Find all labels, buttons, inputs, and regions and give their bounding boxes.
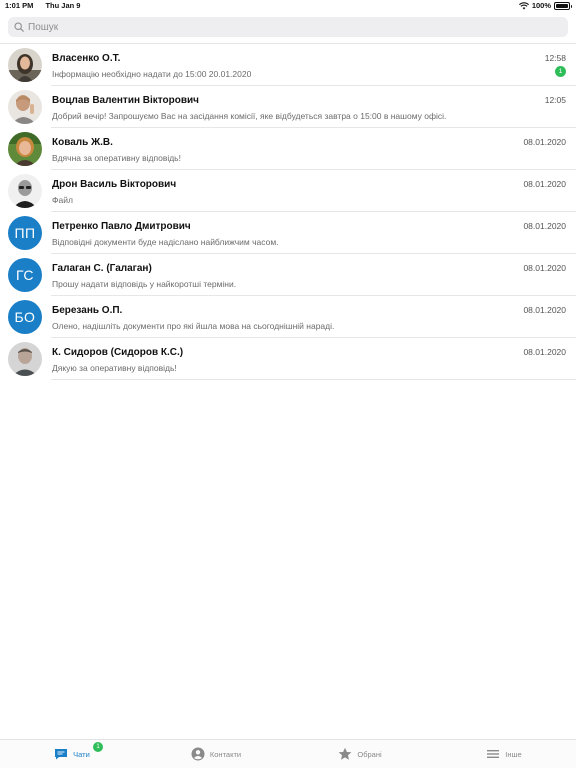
chat-name: Галаган С. (Галаган) bbox=[52, 263, 152, 274]
avatar-photo bbox=[8, 174, 42, 208]
chat-preview: Інформацію необхідно надати до 15:00 20.… bbox=[52, 69, 252, 79]
chat-preview: Вдячна за оперативну відповідь! bbox=[52, 153, 181, 163]
status-left: 1:01 PM Thu Jan 9 bbox=[5, 1, 90, 10]
search-input[interactable] bbox=[28, 21, 528, 33]
chat-preview: Олено, надішліть документи про які йшла … bbox=[52, 321, 335, 331]
tab-label: Обрані bbox=[357, 749, 382, 759]
tab-bar: 1 Чати Контакти Обрані Інше bbox=[0, 739, 576, 768]
avatar-photo bbox=[8, 48, 42, 82]
chat-row[interactable]: ПП Петренко Павло Дмитрович Відповідні д… bbox=[0, 212, 576, 254]
status-bar: 1:01 PM Thu Jan 9 100% bbox=[0, 0, 576, 12]
tab-favorites[interactable]: Обрані bbox=[288, 740, 432, 768]
chat-time: 08.01.2020 bbox=[523, 305, 566, 315]
chat-row[interactable]: Власенко О.Т. Інформацію необхідно надат… bbox=[0, 44, 576, 86]
avatar-initials: БО bbox=[8, 300, 42, 334]
avatar bbox=[8, 174, 42, 208]
chat-name: Березань О.П. bbox=[52, 305, 123, 316]
avatar bbox=[8, 48, 42, 82]
avatar bbox=[8, 90, 42, 124]
unread-badge: 1 bbox=[555, 66, 566, 77]
status-date: Thu Jan 9 bbox=[45, 1, 81, 10]
person-icon bbox=[191, 747, 205, 761]
status-right: 100% bbox=[518, 1, 572, 10]
battery-icon bbox=[554, 1, 572, 10]
battery-percent: 100% bbox=[531, 1, 551, 10]
chat-name: Петренко Павло Дмитрович bbox=[52, 221, 191, 232]
tab-badge: 1 bbox=[93, 742, 103, 752]
chat-name: К. Сидоров (Сидоров К.С.) bbox=[52, 347, 184, 358]
chat-list: Власенко О.Т. Інформацію необхідно надат… bbox=[0, 44, 576, 380]
menu-icon bbox=[487, 750, 500, 758]
chat-row[interactable]: БО Березань О.П. Олено, надішліть докуме… bbox=[0, 296, 576, 338]
avatar bbox=[8, 132, 42, 166]
chat-icon bbox=[55, 749, 68, 760]
chat-preview: Дякую за оперативну відповідь! bbox=[52, 363, 177, 373]
chat-row[interactable]: Воцлав Валентин Вікторович Добрий вечір!… bbox=[0, 86, 576, 128]
chat-time: 08.01.2020 bbox=[523, 221, 566, 231]
tab-label: Контакти bbox=[209, 749, 242, 759]
chat-time: 12:58 bbox=[544, 53, 566, 63]
chat-row[interactable]: Дрон Василь Вікторович Файл 08.01.2020 bbox=[0, 170, 576, 212]
avatar bbox=[8, 342, 42, 376]
chat-name: Власенко О.Т. bbox=[52, 53, 121, 64]
chat-preview: Відповідні документи буде надіслано найб… bbox=[52, 237, 279, 247]
tab-chats[interactable]: 1 Чати bbox=[0, 740, 144, 768]
avatar-initials: ГС bbox=[8, 258, 42, 292]
chat-time: 08.01.2020 bbox=[523, 347, 566, 357]
status-time: 1:01 PM bbox=[5, 1, 34, 10]
chat-time: 08.01.2020 bbox=[523, 179, 566, 189]
wifi-icon bbox=[518, 1, 529, 9]
chat-time: 12:05 bbox=[544, 95, 566, 105]
tab-label: Чати bbox=[73, 749, 90, 759]
chat-preview: Прошу надати відповідь у найкоротші терм… bbox=[52, 279, 237, 289]
search-bar[interactable] bbox=[8, 17, 568, 37]
chat-time: 08.01.2020 bbox=[523, 137, 566, 147]
avatar-photo bbox=[8, 342, 42, 376]
tab-more[interactable]: Інше bbox=[432, 740, 576, 768]
avatar-initials: ПП bbox=[8, 216, 42, 250]
chat-row[interactable]: ГС Галаган С. (Галаган) Прошу надати від… bbox=[0, 254, 576, 296]
star-icon bbox=[338, 747, 352, 760]
tab-label: Інше bbox=[505, 749, 522, 759]
chat-preview: Добрий вечір! Запрошуємо Вас на засіданн… bbox=[52, 111, 447, 121]
chat-row[interactable]: Коваль Ж.В. Вдячна за оперативну відпові… bbox=[0, 128, 576, 170]
chat-row[interactable]: К. Сидоров (Сидоров К.С.) Дякую за опера… bbox=[0, 338, 576, 380]
avatar-photo bbox=[8, 90, 42, 124]
chat-name: Дрон Василь Вікторович bbox=[52, 179, 177, 190]
chat-time: 08.01.2020 bbox=[523, 263, 566, 273]
avatar-photo bbox=[8, 132, 42, 166]
chat-preview: Файл bbox=[52, 195, 73, 205]
chat-name: Воцлав Валентин Вікторович bbox=[52, 95, 199, 106]
tab-contacts[interactable]: Контакти bbox=[144, 740, 288, 768]
chat-name: Коваль Ж.В. bbox=[52, 137, 113, 148]
search-icon bbox=[14, 22, 24, 32]
